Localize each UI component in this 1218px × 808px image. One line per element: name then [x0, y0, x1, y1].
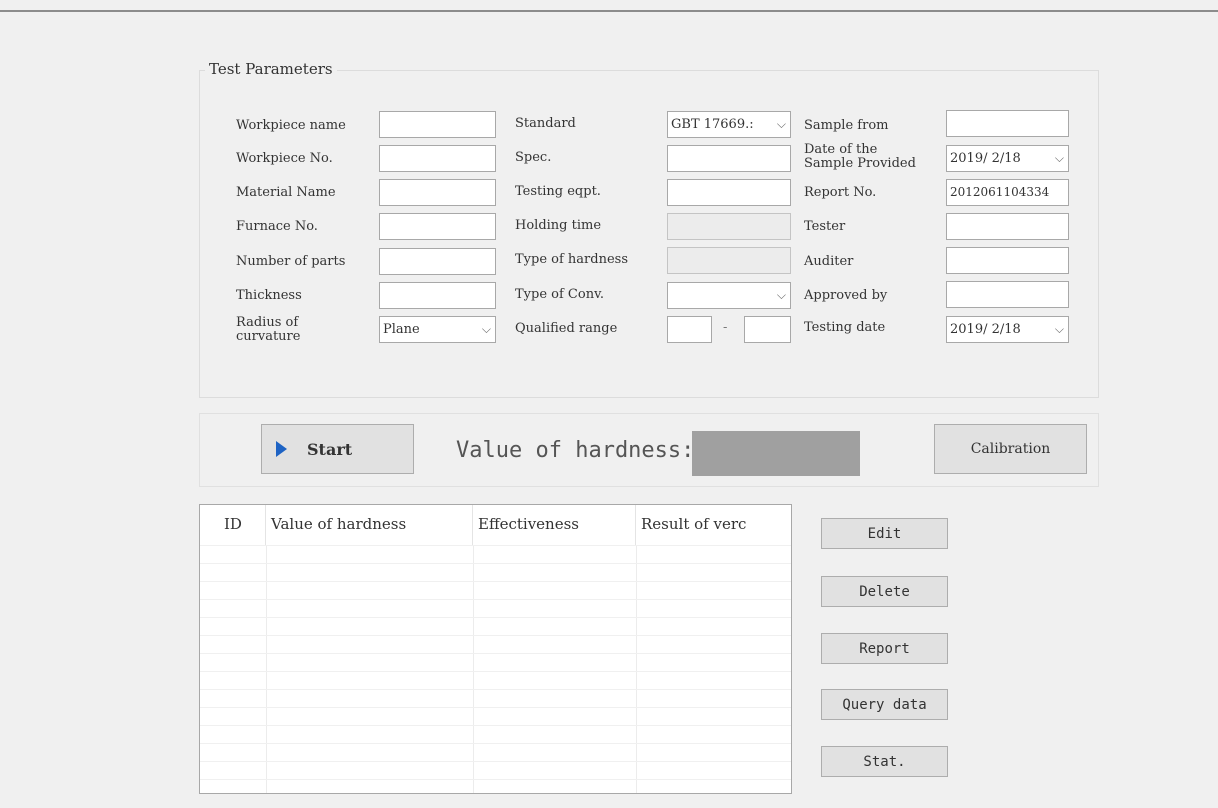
table-row[interactable]	[200, 617, 791, 636]
chevron-down-icon: ⌵	[1054, 322, 1064, 336]
label-testing-date: Testing date	[804, 320, 886, 335]
query-data-button[interactable]: Query data	[821, 689, 948, 720]
column-header-result[interactable]: Result of verc	[636, 505, 791, 545]
table-row[interactable]	[200, 743, 791, 762]
calibration-button[interactable]: Calibration	[934, 424, 1087, 474]
label-holding-time: Holding time	[515, 218, 602, 233]
table-row[interactable]	[200, 761, 791, 780]
label-spec: Spec.	[515, 150, 552, 165]
radius-of-curvature-select[interactable]: Plane ⌵	[379, 316, 496, 343]
results-table[interactable]: ID Value of hardness Effectiveness Resul…	[199, 504, 792, 794]
chevron-down-icon: ⌵	[481, 322, 491, 336]
sample-from-input[interactable]	[946, 110, 1069, 137]
testing-eqpt-input[interactable]	[667, 179, 791, 206]
group-title: Test Parameters	[205, 60, 337, 78]
chevron-down-icon: ⌵	[776, 288, 786, 302]
report-button[interactable]: Report	[821, 633, 948, 664]
label-date-sample-provided: Date of the Sample Provided	[804, 142, 916, 171]
table-row[interactable]	[200, 707, 791, 726]
table-row[interactable]	[200, 545, 791, 564]
play-icon	[276, 441, 287, 457]
table-row[interactable]	[200, 671, 791, 690]
tester-input[interactable]	[946, 213, 1069, 240]
report-no-input[interactable]: 2012061104334	[946, 179, 1069, 206]
column-header-hardness[interactable]: Value of hardness	[266, 505, 473, 545]
material-name-input[interactable]	[379, 179, 496, 206]
thickness-input[interactable]	[379, 282, 496, 309]
start-label: Start	[307, 439, 353, 459]
start-button[interactable]: Start	[261, 424, 414, 474]
hardness-value-label: Value of hardness:	[456, 438, 695, 463]
standard-value: GBT 17669.:	[671, 117, 754, 132]
type-of-hardness-input	[667, 247, 791, 274]
label-workpiece-name: Workpiece name	[236, 118, 346, 133]
label-workpiece-no: Workpiece No.	[236, 151, 333, 166]
edit-button[interactable]: Edit	[821, 518, 948, 549]
table-row[interactable]	[200, 653, 791, 672]
delete-button[interactable]: Delete	[821, 576, 948, 607]
label-sample-from: Sample from	[804, 118, 889, 133]
approved-by-input[interactable]	[946, 281, 1069, 308]
label-type-of-hardness: Type of hardness	[515, 252, 629, 267]
table-row[interactable]	[200, 779, 791, 793]
column-header-id[interactable]: ID	[200, 505, 266, 545]
window-top-border	[0, 0, 1218, 12]
column-header-effectiveness[interactable]: Effectiveness	[473, 505, 636, 545]
table-row[interactable]	[200, 689, 791, 708]
qualified-range-max-input[interactable]	[744, 316, 791, 343]
stat-button[interactable]: Stat.	[821, 746, 948, 777]
number-of-parts-input[interactable]	[379, 248, 496, 275]
label-number-of-parts: Number of parts	[236, 254, 346, 269]
table-row[interactable]	[200, 581, 791, 600]
hardness-value-display	[692, 431, 860, 476]
workpiece-name-input[interactable]	[379, 111, 496, 138]
label-qualified-range: Qualified range	[515, 321, 618, 336]
date-sample-provided-picker[interactable]: 2019/ 2/18 ⌵	[946, 145, 1069, 172]
testing-date-value: 2019/ 2/18	[950, 322, 1021, 337]
testing-date-picker[interactable]: 2019/ 2/18 ⌵	[946, 316, 1069, 343]
label-thickness: Thickness	[236, 288, 302, 303]
auditer-input[interactable]	[946, 247, 1069, 274]
label-radius-of-curvature: Radius of curvature	[236, 315, 301, 344]
label-material-name: Material Name	[236, 185, 336, 200]
chevron-down-icon: ⌵	[1054, 151, 1064, 165]
range-separator: -	[723, 320, 728, 335]
table-row[interactable]	[200, 563, 791, 582]
table-header: ID Value of hardness Effectiveness Resul…	[200, 505, 791, 545]
qualified-range-min-input[interactable]	[667, 316, 712, 343]
label-auditer: Auditer	[804, 254, 854, 269]
chevron-down-icon: ⌵	[776, 117, 786, 131]
radius-value: Plane	[383, 322, 420, 337]
workpiece-no-input[interactable]	[379, 145, 496, 172]
label-testing-eqpt: Testing eqpt.	[515, 184, 601, 199]
holding-time-input	[667, 213, 791, 240]
type-of-conv-select[interactable]: ⌵	[667, 282, 791, 309]
label-furnace-no: Furnace No.	[236, 219, 318, 234]
label-approved-by: Approved by	[804, 288, 888, 303]
table-row[interactable]	[200, 635, 791, 654]
table-row[interactable]	[200, 599, 791, 618]
label-report-no: Report No.	[804, 185, 877, 200]
label-type-of-conv: Type of Conv.	[515, 287, 605, 302]
date-sample-value: 2019/ 2/18	[950, 151, 1021, 166]
furnace-no-input[interactable]	[379, 213, 496, 240]
standard-select[interactable]: GBT 17669.: ⌵	[667, 111, 791, 138]
spec-input[interactable]	[667, 145, 791, 172]
label-standard: Standard	[515, 116, 576, 131]
table-row[interactable]	[200, 725, 791, 744]
label-tester: Tester	[804, 219, 846, 234]
